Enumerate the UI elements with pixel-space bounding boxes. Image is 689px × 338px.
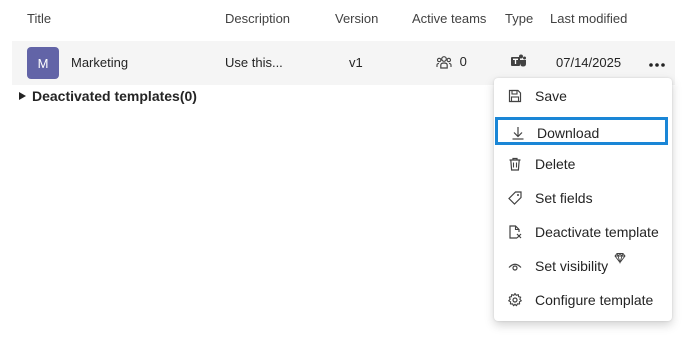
column-header-title[interactable]: Title <box>27 11 51 26</box>
more-options-button[interactable] <box>647 51 667 75</box>
tag-icon <box>508 191 522 205</box>
premium-diamond-icon <box>614 252 626 264</box>
menu-item-label: Delete <box>535 156 576 172</box>
deactivated-templates-toggle[interactable]: Deactivated templates(0) <box>19 88 197 104</box>
gear-icon <box>508 292 522 307</box>
menu-item-set-visibility[interactable]: Set visibility <box>494 250 672 282</box>
template-version: v1 <box>349 55 363 70</box>
deactivated-templates-label: Deactivated templates(0) <box>32 88 197 104</box>
menu-item-download[interactable]: Download <box>495 117 668 145</box>
template-title[interactable]: Marketing <box>71 55 128 70</box>
avatar: M <box>27 47 59 79</box>
delete-icon <box>509 157 521 171</box>
menu-item-label: Deactivate template <box>535 224 659 240</box>
type-cell <box>510 53 527 73</box>
menu-item-label: Download <box>537 125 600 141</box>
people-icon <box>436 56 452 69</box>
active-teams-cell: 0 <box>436 54 467 70</box>
context-menu: Save Download Delete Set fields Deactiva… <box>494 78 672 321</box>
menu-item-deactivate-template[interactable]: Deactivate template <box>494 216 672 248</box>
more-horizontal-icon <box>649 63 665 67</box>
column-header-active-teams[interactable]: Active teams <box>412 11 486 26</box>
menu-item-set-fields[interactable]: Set fields <box>494 182 672 214</box>
eye-icon <box>508 263 522 271</box>
template-description: Use this... <box>225 55 283 70</box>
last-modified-date: 07/14/2025 <box>556 55 622 70</box>
menu-item-label: Set fields <box>535 190 593 206</box>
column-header-type[interactable]: Type <box>505 11 533 26</box>
menu-item-delete[interactable]: Delete <box>494 148 672 180</box>
download-icon <box>512 127 524 140</box>
menu-item-label: Set visibility <box>535 258 609 274</box>
menu-item-configure-template[interactable]: Configure template <box>494 284 672 316</box>
caret-right-icon <box>19 92 26 100</box>
menu-item-label: Configure template <box>535 292 654 308</box>
menu-item-label: Save <box>535 88 567 104</box>
column-header-version[interactable]: Version <box>335 11 378 26</box>
column-header-description[interactable]: Description <box>225 11 290 26</box>
column-header-last-modified[interactable]: Last modified <box>550 11 627 26</box>
menu-item-save[interactable]: Save <box>494 80 672 112</box>
deactivate-icon <box>509 225 522 239</box>
save-icon <box>508 89 522 103</box>
teams-icon <box>511 54 526 67</box>
active-teams-count: 0 <box>459 54 467 69</box>
